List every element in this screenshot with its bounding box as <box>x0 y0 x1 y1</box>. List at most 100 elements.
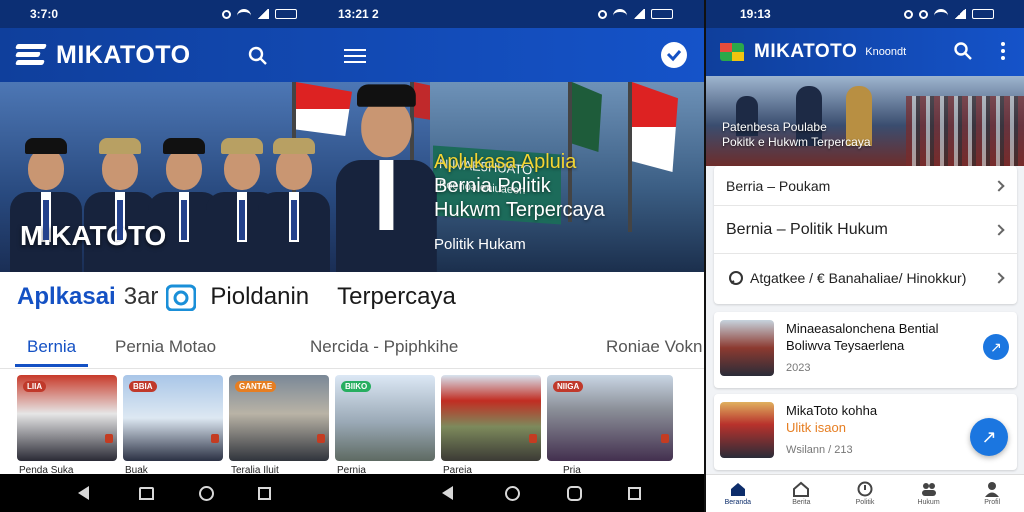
more-options-icon[interactable] <box>996 40 1010 62</box>
nav-politik[interactable]: Politik <box>835 481 895 506</box>
status-time: 3:7:0 <box>30 7 59 21</box>
nav-label: Politik <box>855 499 875 506</box>
back-icon[interactable] <box>442 486 453 500</box>
hero-brand-overlay: MIKATOTO <box>20 220 167 251</box>
news-thumbnails: LIIA BBIA GANTAE BIIKO NIIGA <box>17 375 673 461</box>
signal-icon <box>257 9 269 19</box>
status-icons <box>904 9 994 19</box>
news-thumb[interactable]: NIIGA <box>547 375 673 461</box>
featured-caption: Patenbesa Poulabe Pokitk e Hukwm Terperc… <box>722 120 871 150</box>
notification-icon <box>904 9 913 19</box>
signal-icon <box>633 9 645 19</box>
home-icon[interactable] <box>139 486 154 500</box>
nav-beranda[interactable]: Beranda <box>708 481 768 506</box>
signal-icon <box>954 9 966 19</box>
recent-apps-icon[interactable] <box>567 485 582 501</box>
tab-roniae[interactable]: Roniae Vokn <box>606 337 702 357</box>
brand-name: MIKATOTO <box>754 41 858 62</box>
thumb-tag <box>211 434 219 443</box>
home-icon <box>730 483 745 496</box>
thumb-tag <box>661 434 669 443</box>
home-icon[interactable] <box>505 485 520 501</box>
flag-decoration <box>628 82 678 232</box>
menu-row-berria[interactable]: Berria – Poukam <box>714 166 1017 206</box>
tagline-word: Terpercaya <box>337 283 456 310</box>
featured-caption-line: Patenbesa Poulabe <box>722 120 827 134</box>
nav-label: Profil <box>984 499 1001 506</box>
hero-headline-line: Hukwm Terpercaya <box>434 199 605 221</box>
status-bar: 19:13 <box>706 0 1024 28</box>
menu-row-settings[interactable]: Atgatkee / € Banahaliae/ Hinokkur) <box>714 254 1017 302</box>
brand-tagline: Knoondt <box>865 46 907 58</box>
tab-nercida[interactable]: Nercida - Ppiphkihe <box>310 337 458 357</box>
notification-icon <box>598 9 607 19</box>
search-icon[interactable] <box>248 46 268 66</box>
thumb-badge: BBIA <box>129 381 157 392</box>
app-bar: MIKATOTO <box>0 28 704 82</box>
news-card-thumbnail <box>720 320 774 376</box>
news-title-line: Ulitk isaon <box>786 420 846 435</box>
back-icon[interactable] <box>78 486 89 500</box>
menu-icon[interactable] <box>344 48 366 64</box>
nav-berita[interactable]: Berita <box>771 481 831 506</box>
menu-row-bernia[interactable]: Bernia – Politik Hukum <box>714 206 1017 254</box>
news-thumb[interactable]: BIIKO <box>335 375 435 461</box>
news-thumb[interactable]: BBIA <box>123 375 223 461</box>
thumb-tag <box>317 434 325 443</box>
tab-pernia-motao[interactable]: Pernia Motao <box>115 337 216 357</box>
system-navigation-bar <box>0 474 704 512</box>
news-card-title: MikaToto kohha Ulitk isaon <box>786 402 877 436</box>
nav-profil[interactable]: Profil <box>962 481 1022 506</box>
official-figure <box>258 138 330 272</box>
battery-icon <box>972 9 994 19</box>
verified-badge-icon[interactable] <box>660 41 688 69</box>
secondary-app-screen: 19:13 MIKATOTO Knoondt Patenbesa Poulabe… <box>706 0 1024 512</box>
news-card-thumbnail <box>720 402 774 458</box>
wifi-icon <box>237 9 251 19</box>
brand-name: MIKATOTO <box>56 40 191 69</box>
news-title-line: MikaToto kohha <box>786 403 878 418</box>
featured-banner[interactable]: Patenbesa Poulabe Pokitk e Hukwm Terperc… <box>706 76 1024 166</box>
share-icon[interactable]: ↗ <box>983 334 1009 360</box>
alarm-icon <box>919 9 928 19</box>
news-thumb[interactable] <box>441 375 541 461</box>
news-thumb[interactable]: GANTAE <box>229 375 329 461</box>
news-card-title: Minaeasalonchena Bential Boliwva Teysaer… <box>786 320 939 354</box>
thumb-badge: BIIKO <box>341 381 372 392</box>
logo-icon <box>15 42 48 68</box>
tab-bernia[interactable]: Bernia <box>14 337 89 367</box>
menu-row-label: Atgatkee / € Banahaliae/ Hinokkur) <box>750 270 967 286</box>
thumb-tag <box>529 434 537 443</box>
wifi-icon <box>613 9 627 19</box>
tagline-word: Pioldanin <box>210 283 310 310</box>
group-icon <box>921 483 936 496</box>
menu-card: Berria – Poukam Bernia – Politik Hukum A… <box>714 166 1017 304</box>
hero-headline-highlight: Aplukasa Apluia <box>434 151 577 173</box>
hero-headline: Aplukasa Apluia Bernia Politik Hukwm Ter… <box>434 150 605 222</box>
compose-fab-icon[interactable]: ↗ <box>970 418 1008 456</box>
news-title-line: Boliwva Teysaerlena <box>786 338 905 353</box>
app-bar: MIKATOTO Knoondt <box>706 28 1024 76</box>
chat-icon <box>729 271 743 285</box>
official-figure <box>10 138 82 272</box>
menu-row-label: Bernia – Politik Hukum <box>726 220 888 238</box>
chevron-right-icon <box>993 179 1005 192</box>
recent-apps-icon[interactable] <box>199 485 214 501</box>
tagline-word: 3ar <box>123 283 159 310</box>
overview-icon[interactable] <box>628 486 641 500</box>
news-card[interactable]: Minaeasalonchena Bential Boliwva Teysaer… <box>714 312 1017 388</box>
news-thumb[interactable]: LIIA <box>17 375 117 461</box>
battery-icon <box>275 9 297 19</box>
overview-icon[interactable] <box>258 486 271 500</box>
hero-headline-line: Bernia Politik <box>434 175 551 197</box>
tagline-word: Aplkasai <box>17 283 116 310</box>
hero-subtitle: Politik Hukam <box>434 236 526 253</box>
chevron-right-icon <box>993 272 1005 284</box>
search-icon[interactable] <box>954 42 972 60</box>
nav-hukum[interactable]: Hukum <box>899 481 959 506</box>
news-card-meta: 2023 <box>786 362 811 374</box>
official-figure <box>84 138 156 272</box>
nav-label: Berita <box>792 499 811 506</box>
nav-label: Beranda <box>724 499 752 506</box>
menu-row-label: Berria – Poukam <box>726 177 831 194</box>
